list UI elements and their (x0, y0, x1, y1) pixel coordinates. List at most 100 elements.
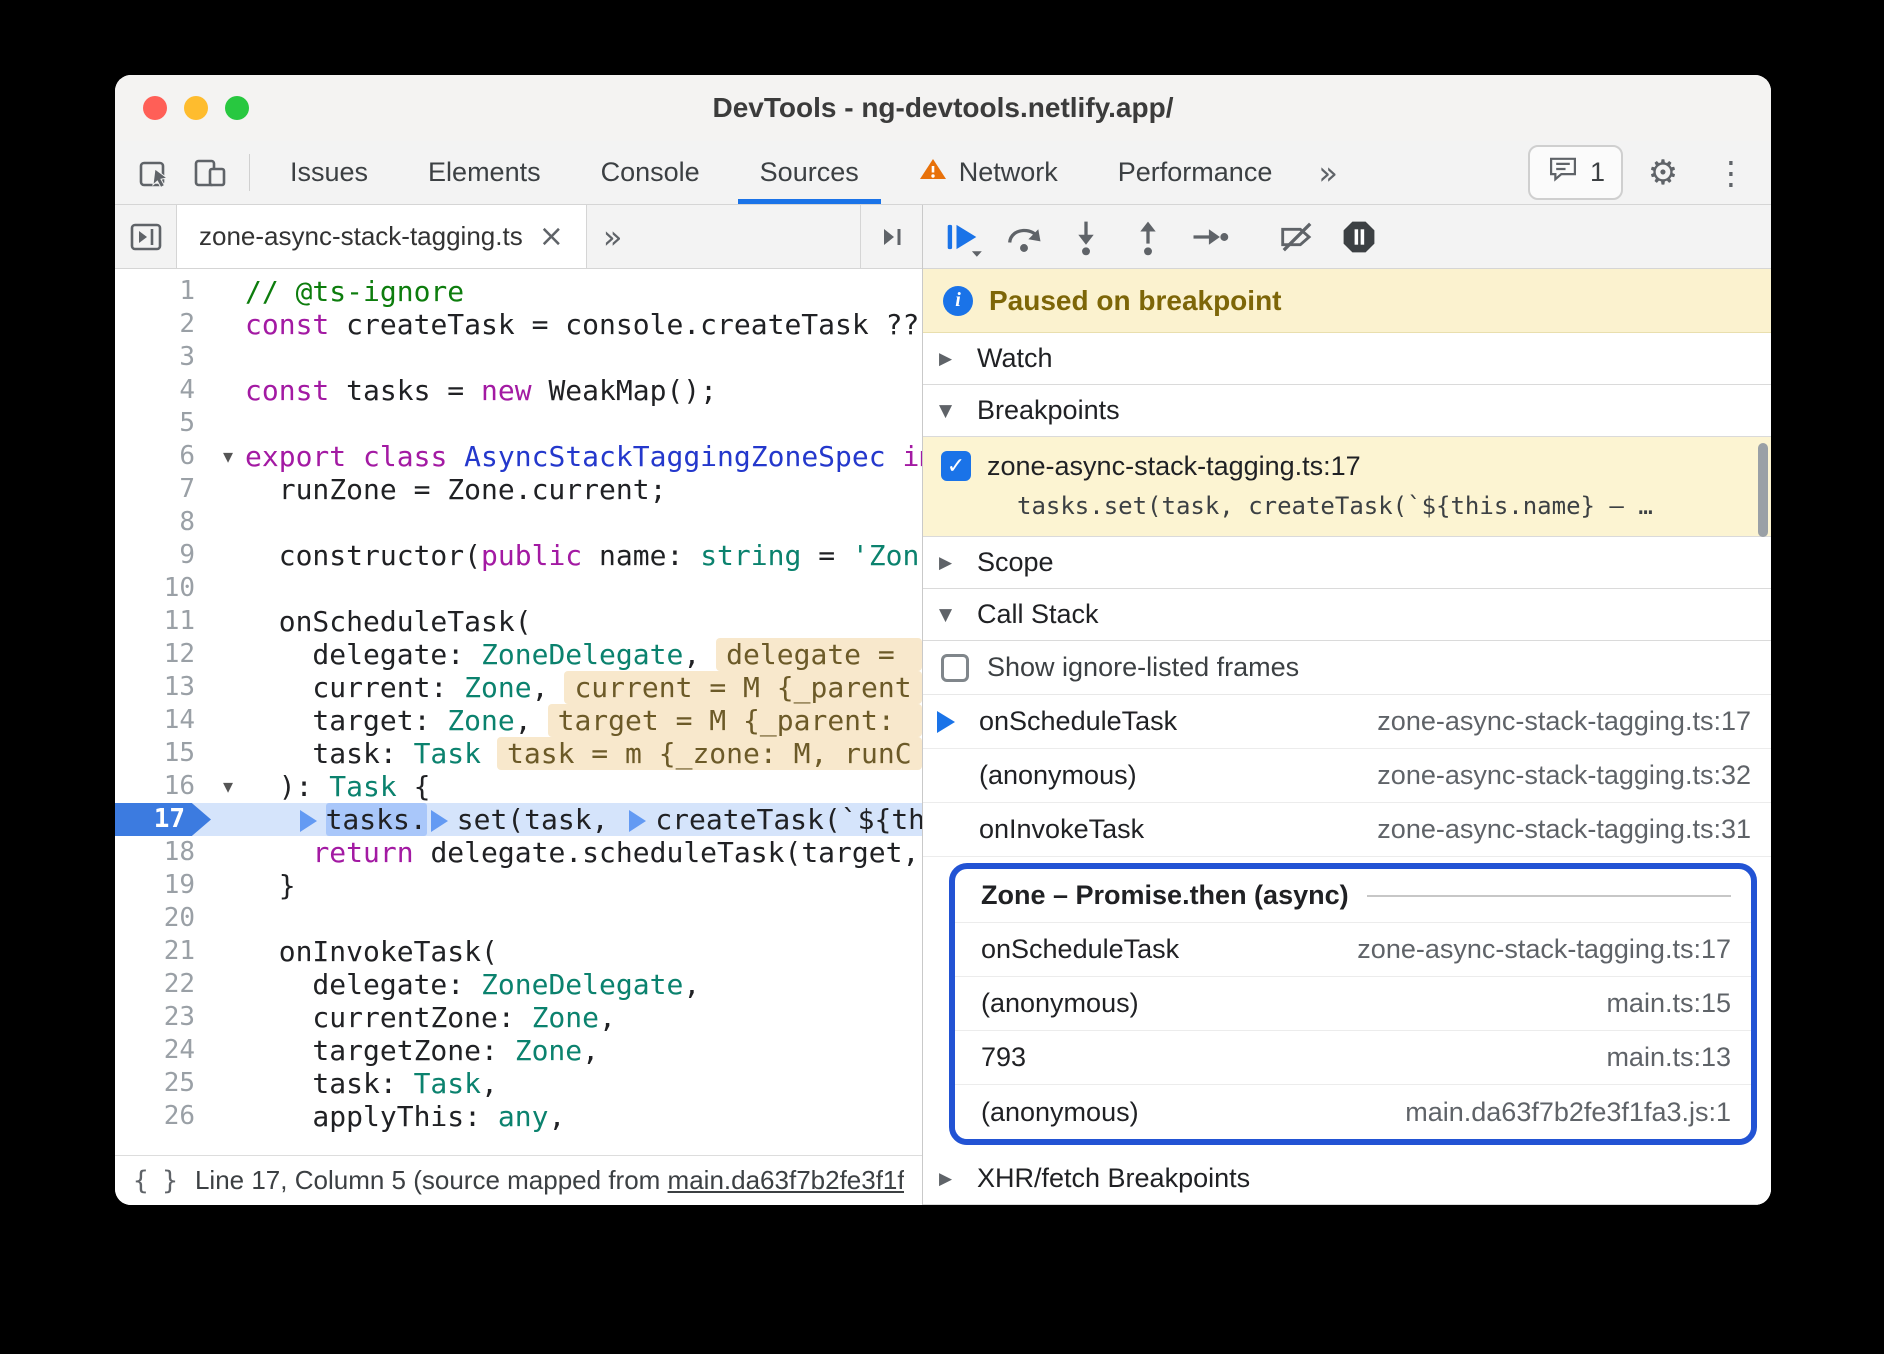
call-stack-frame[interactable]: onScheduleTaskzone-async-stack-tagging.t… (955, 923, 1751, 977)
tab-issues[interactable]: Issues (260, 141, 398, 204)
line-number[interactable]: 2 (115, 308, 211, 341)
code-token: return (312, 836, 413, 869)
close-window-button[interactable] (143, 96, 167, 120)
inline-breakpoint-marker[interactable] (431, 810, 448, 832)
code-token: WeakMap(); (532, 374, 717, 407)
code-text: targetZone: Zone, (245, 1034, 922, 1067)
section-call-stack[interactable]: ▼ Call Stack (923, 589, 1771, 641)
tab-elements[interactable]: Elements (398, 141, 571, 204)
code-token: , (599, 1001, 616, 1034)
code-token: Task (414, 737, 481, 770)
line-number[interactable]: 5 (115, 407, 211, 440)
line-number[interactable]: 9 (115, 539, 211, 572)
fold-spacer (211, 803, 245, 836)
code-token: currentZone: (245, 1001, 532, 1034)
fold-spacer (211, 1067, 245, 1100)
chevron-down-icon: ▼ (939, 401, 961, 421)
fold-spacer (211, 902, 245, 935)
tab-performance[interactable]: Performance (1088, 141, 1303, 204)
call-stack-frame[interactable]: 793main.ts:13 (955, 1031, 1751, 1085)
tab-console[interactable]: Console (571, 141, 730, 204)
zoom-window-button[interactable] (225, 96, 249, 120)
code-editor[interactable]: 1// @ts-ignore2const createTask = consol… (115, 269, 922, 1155)
tab-strip-spacer (638, 205, 860, 268)
line-number[interactable]: 1 (115, 275, 211, 308)
close-tab-icon[interactable]: × (539, 219, 564, 254)
code-line: 6▾export class AsyncStackTaggingZoneSpec… (115, 440, 922, 473)
file-tab[interactable]: zone-async-stack-tagging.ts × (177, 205, 587, 268)
step-out-button[interactable] (1119, 211, 1177, 263)
call-stack-frame[interactable]: (anonymous)main.da63f7b2fe3f1fa3.js:1 (955, 1085, 1751, 1139)
line-number[interactable]: 12 (115, 638, 211, 671)
line-number[interactable]: 23 (115, 1001, 211, 1034)
line-number[interactable]: 22 (115, 968, 211, 1001)
line-number[interactable]: 18 (115, 836, 211, 869)
show-ignore-checkbox[interactable] (941, 654, 969, 682)
line-number[interactable]: 6 (115, 440, 211, 473)
breakpoint-entry[interactable]: ✓ zone-async-stack-tagging.ts:17 tasks.s… (923, 437, 1771, 537)
line-number[interactable]: 15 (115, 737, 211, 770)
cursor-position: Line 17, Column 5 (source mapped from ma… (195, 1165, 904, 1196)
tab-network[interactable]: Network (889, 141, 1088, 204)
line-number[interactable]: 10 (115, 572, 211, 605)
line-number[interactable]: 14 (115, 704, 211, 737)
step-button[interactable] (1181, 211, 1239, 263)
inline-breakpoint-marker[interactable] (300, 810, 317, 832)
inspect-icon[interactable] (127, 141, 183, 204)
step-over-button[interactable] (995, 211, 1053, 263)
fold-marker-icon[interactable]: ▾ (211, 440, 245, 473)
call-stack-frame[interactable]: (anonymous)main.ts:15 (955, 977, 1751, 1031)
deactivate-breakpoints-button[interactable] (1268, 211, 1326, 263)
section-watch[interactable]: ▶ Watch (923, 333, 1771, 385)
kebab-menu-icon[interactable]: ⋮ (1703, 154, 1759, 192)
code-token: ZoneDelegate (481, 968, 683, 1001)
line-number[interactable]: 19 (115, 869, 211, 902)
scrollbar-thumb[interactable] (1758, 443, 1768, 537)
line-number[interactable]: 4 (115, 374, 211, 407)
call-stack-frame[interactable]: onInvokeTaskzone-async-stack-tagging.ts:… (923, 803, 1771, 857)
code-token: target = M {_parent: (548, 704, 922, 737)
device-toolbar-icon[interactable] (183, 141, 239, 204)
more-panels-icon[interactable]: » (1302, 141, 1354, 204)
line-number[interactable]: 20 (115, 902, 211, 935)
status-text: Line 17, Column 5 (source mapped from (195, 1165, 668, 1195)
line-number[interactable]: 24 (115, 1034, 211, 1067)
code-token: new (481, 374, 532, 407)
breakpoint-checkbox[interactable]: ✓ (941, 451, 971, 481)
editor-overflow-icon[interactable] (860, 205, 922, 268)
navigator-toggle-icon[interactable] (115, 205, 177, 268)
section-scope[interactable]: ▶ Scope (923, 537, 1771, 589)
code-text: } (245, 869, 922, 902)
frame-function-name: onScheduleTask (979, 706, 1177, 737)
line-number[interactable]: 16 (115, 770, 211, 803)
line-number[interactable]: 26 (115, 1100, 211, 1133)
pretty-print-icon[interactable]: { } (133, 1166, 177, 1196)
code-token: delegate = (716, 638, 921, 671)
line-number[interactable]: 3 (115, 341, 211, 374)
messages-button[interactable]: 1 (1528, 145, 1623, 200)
call-stack-frame[interactable]: (anonymous)zone-async-stack-tagging.ts:3… (923, 749, 1771, 803)
call-stack-frame[interactable]: onScheduleTaskzone-async-stack-tagging.t… (923, 695, 1771, 749)
chevron-right-icon: ▶ (939, 553, 961, 573)
tab-sources[interactable]: Sources (730, 141, 889, 204)
pause-on-exceptions-button[interactable] (1330, 211, 1388, 263)
line-number[interactable]: 25 (115, 1067, 211, 1100)
line-number[interactable]: 8 (115, 506, 211, 539)
line-number[interactable]: 17 (115, 803, 211, 836)
inline-breakpoint-marker[interactable] (629, 810, 646, 832)
editor-status-bar: { } Line 17, Column 5 (source mapped fro… (115, 1155, 922, 1205)
line-number[interactable]: 13 (115, 671, 211, 704)
minimize-window-button[interactable] (184, 96, 208, 120)
section-xhr-breakpoints[interactable]: ▶ XHR/fetch Breakpoints (923, 1153, 1771, 1205)
settings-gear-icon[interactable]: ⚙ (1635, 153, 1691, 193)
resume-button[interactable] (933, 211, 991, 263)
source-map-link[interactable]: main.da63f7b2fe3f1fa3.js) (668, 1165, 904, 1195)
fold-marker-icon[interactable]: ▾ (211, 770, 245, 803)
line-number[interactable]: 7 (115, 473, 211, 506)
step-into-button[interactable] (1057, 211, 1115, 263)
show-ignore-listed-row[interactable]: Show ignore-listed frames (923, 641, 1771, 695)
line-number[interactable]: 11 (115, 605, 211, 638)
more-tabs-icon[interactable]: » (587, 205, 639, 268)
section-breakpoints[interactable]: ▼ Breakpoints (923, 385, 1771, 437)
line-number[interactable]: 21 (115, 935, 211, 968)
